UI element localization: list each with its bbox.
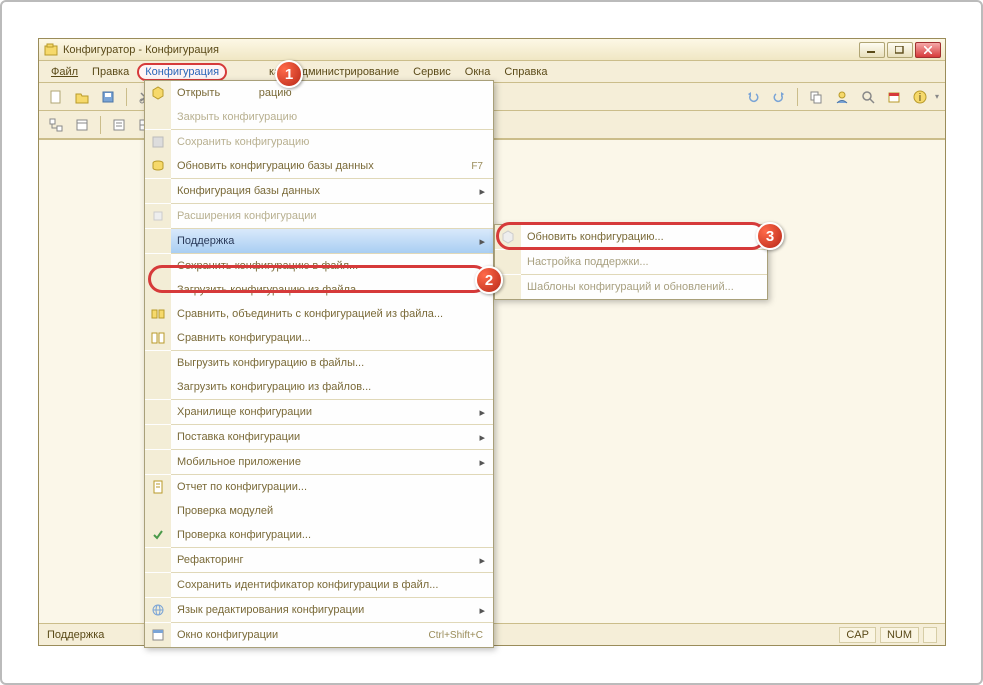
minimize-button[interactable] <box>859 42 885 58</box>
update-icon <box>501 230 515 244</box>
undo-icon[interactable] <box>742 86 764 108</box>
tree-icon[interactable] <box>45 114 67 136</box>
compare-merge-icon <box>151 307 165 321</box>
menu-compare-merge[interactable]: Сравнить, объединить с конфигурацией из … <box>145 302 493 326</box>
menu-debug[interactable]: ка <box>263 64 286 80</box>
menu-config-window[interactable]: Окно конфигурации Ctrl+Shift+C <box>145 623 493 647</box>
submenu-support-settings[interactable]: Настройка поддержки... <box>495 250 767 274</box>
menu-export-files[interactable]: Выгрузить конфигурацию в файлы... <box>145 351 493 375</box>
menu-configuration[interactable]: Конфигурация <box>137 63 227 81</box>
menu-admin[interactable]: Администрирование <box>288 64 405 80</box>
open-folder-icon[interactable] <box>71 86 93 108</box>
menu-edit-lang[interactable]: Язык редактирования конфигурации▸ <box>145 598 493 622</box>
menu-service[interactable]: Сервис <box>407 64 457 80</box>
menu-update-db[interactable]: Обновить конфигурацию базы данных F7 <box>145 154 493 178</box>
menu-repository[interactable]: Хранилище конфигурации▸ <box>145 400 493 424</box>
menu-save-id[interactable]: Сохранить идентификатор конфигурации в ф… <box>145 573 493 597</box>
menu-close-config: Закрыть конфигурацию <box>145 105 493 129</box>
svg-text:i: i <box>919 92 921 104</box>
menu-mobile[interactable]: Мобильное приложение▸ <box>145 450 493 474</box>
status-blank <box>923 627 937 643</box>
menu-help[interactable]: Справка <box>498 64 553 80</box>
menu-save-config: Сохранить конфигурацию <box>145 130 493 154</box>
list-icon[interactable] <box>108 114 130 136</box>
menu-report[interactable]: Отчет по конфигурации... <box>145 475 493 499</box>
titlebar: Конфигуратор - Конфигурация <box>39 39 945 61</box>
save-icon[interactable] <box>97 86 119 108</box>
menu-open-config[interactable]: Открытьxxxxxxxрацию <box>145 81 493 105</box>
menu-check-config[interactable]: Проверка конфигурации... <box>145 523 493 547</box>
menu-refactoring[interactable]: Рефакторинг▸ <box>145 548 493 572</box>
support-submenu: Обновить конфигурацию... Настройка подде… <box>494 224 768 300</box>
save-icon <box>151 135 165 149</box>
menu-import-files[interactable]: Загрузить конфигурацию из файлов... <box>145 375 493 399</box>
info-icon[interactable]: i <box>909 86 931 108</box>
compare-icon <box>151 331 165 345</box>
window-title: Конфигуратор - Конфигурация <box>63 44 219 56</box>
close-button[interactable] <box>915 42 941 58</box>
cube-icon <box>151 86 165 100</box>
check-icon <box>151 528 165 542</box>
status-num: NUM <box>880 627 919 643</box>
calendar-icon[interactable] <box>883 86 905 108</box>
submenu-update-config[interactable]: Обновить конфигурацию... <box>495 225 767 249</box>
menu-support[interactable]: Поддержка▸ <box>145 229 493 253</box>
menu-load-from-file[interactable]: Загрузить конфигурацию из файла... <box>145 278 493 302</box>
menu-edit[interactable]: Правка <box>86 64 135 80</box>
window-icon <box>151 628 165 642</box>
status-hint: Поддержка <box>47 629 104 641</box>
menu-save-to-file[interactable]: Сохранить конфигурацию в файл... <box>145 254 493 278</box>
copy-icon[interactable] <box>805 86 827 108</box>
user-icon[interactable] <box>831 86 853 108</box>
app-icon <box>43 42 59 58</box>
status-cap: CAP <box>839 627 876 643</box>
submenu-templates[interactable]: Шаблоны конфигураций и обновлений... <box>495 275 767 299</box>
maximize-button[interactable] <box>887 42 913 58</box>
menu-windows[interactable]: Окна <box>459 64 497 80</box>
form-icon[interactable] <box>71 114 93 136</box>
menu-delivery[interactable]: Поставка конфигурации▸ <box>145 425 493 449</box>
menu-extensions: Расширения конфигурации <box>145 204 493 228</box>
menu-db-config[interactable]: Конфигурация базы данных▸ <box>145 179 493 203</box>
new-file-icon[interactable] <box>45 86 67 108</box>
redo-icon[interactable] <box>768 86 790 108</box>
search-icon[interactable] <box>857 86 879 108</box>
report-icon <box>151 480 165 494</box>
menu-compare[interactable]: Сравнить конфигурации... <box>145 326 493 350</box>
configuration-dropdown: Открытьxxxxxxxрацию Закрыть конфигурацию… <box>144 80 494 648</box>
db-refresh-icon <box>151 159 165 173</box>
globe-icon <box>151 603 165 617</box>
extension-icon <box>151 209 165 223</box>
menu-check-modules[interactable]: Проверка модулей <box>145 499 493 523</box>
menu-file[interactable]: Файл <box>45 64 84 80</box>
